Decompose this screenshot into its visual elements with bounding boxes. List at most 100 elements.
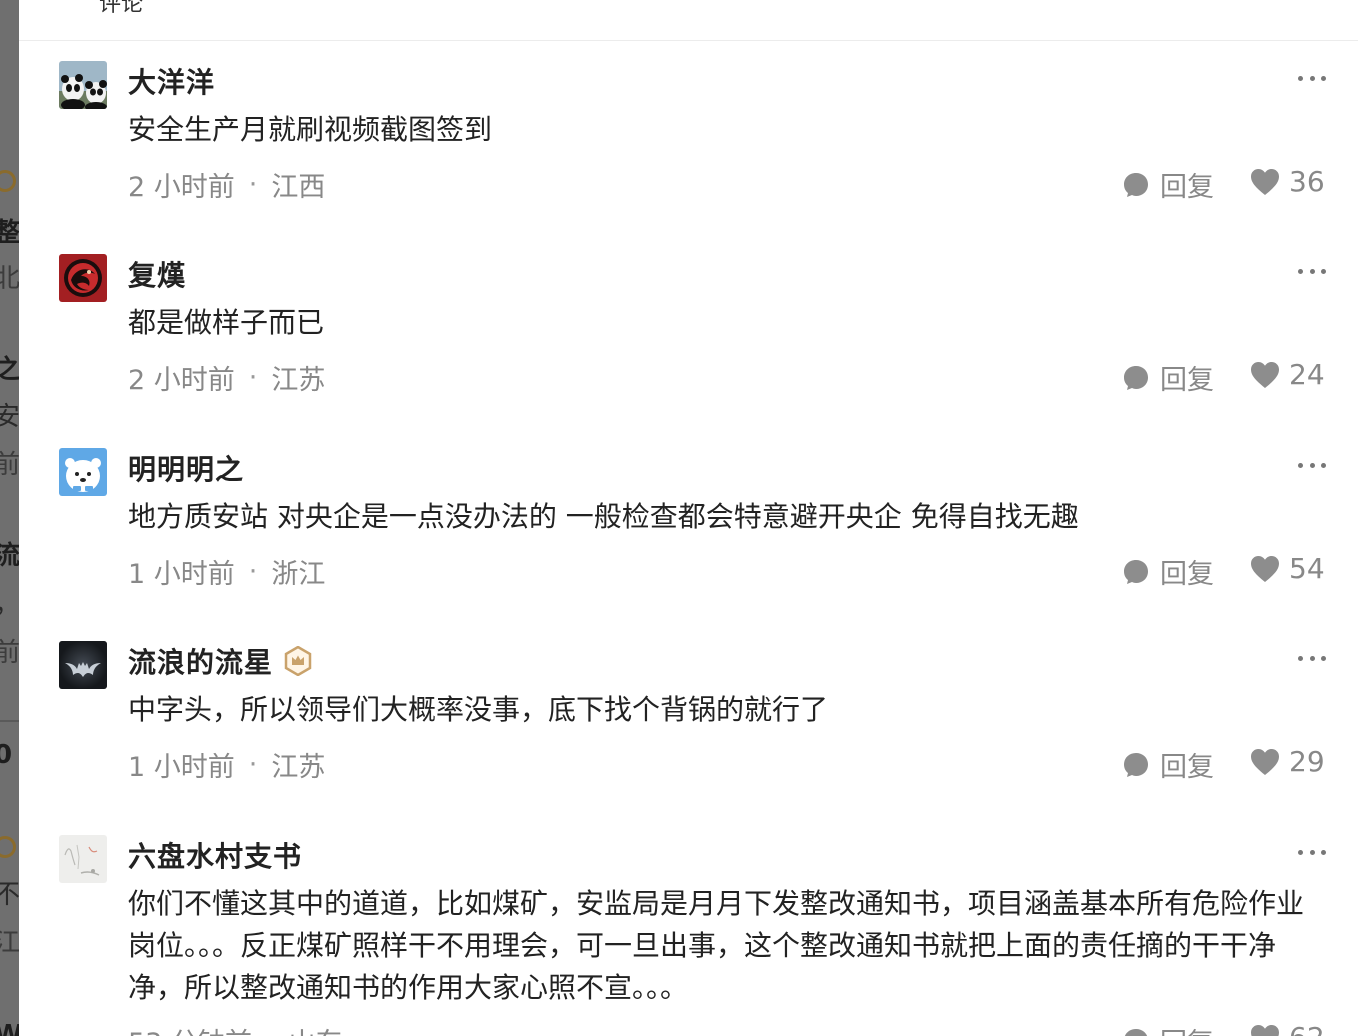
- bat-logo-avatar-icon: [59, 641, 107, 689]
- username[interactable]: 六盘水村支书: [128, 835, 302, 875]
- bg-text-fragment: 之: [0, 355, 19, 385]
- like-button[interactable]: 62: [1249, 1021, 1325, 1036]
- cartoon-bear-avatar-icon: [59, 448, 107, 496]
- location: 浙江: [271, 559, 326, 590]
- heart-icon: [1251, 361, 1279, 388]
- reply-label: 回复: [1160, 752, 1214, 783]
- heart-icon: [1251, 168, 1279, 195]
- comment-meta: 53 分钟前 · 山东: [128, 1021, 343, 1036]
- panel-header: 评论: [19, 0, 1358, 41]
- comment-meta: 1 小时前 · 江苏: [128, 745, 325, 784]
- more-options-icon[interactable]: [1298, 845, 1326, 859]
- timestamp: 1 小时前: [128, 752, 235, 783]
- bg-text-fragment: 0: [0, 740, 13, 770]
- speech-bubble-icon: [1124, 1028, 1148, 1036]
- heart-icon: [1251, 1024, 1279, 1036]
- avatar[interactable]: [59, 835, 107, 883]
- avatar[interactable]: [59, 448, 107, 496]
- username[interactable]: 大洋洋: [128, 61, 215, 101]
- crown-badge-icon: [284, 646, 312, 676]
- like-count: 36: [1289, 165, 1325, 198]
- separator-dot: ·: [266, 1025, 275, 1036]
- heart-icon: [1251, 748, 1279, 775]
- red-emblem-avatar-icon: [59, 254, 107, 302]
- comment-text: 安全生产月就刷视频截图签到: [128, 113, 493, 146]
- username-row: 六盘水村支书: [128, 837, 302, 873]
- avatar[interactable]: [59, 254, 107, 302]
- bg-text-fragment: 安: [0, 402, 19, 432]
- speech-bubble-icon: [1124, 365, 1148, 390]
- bg-text-fragment: W: [0, 1020, 19, 1036]
- speech-bubble-icon: [1124, 559, 1148, 584]
- separator-dot: ·: [248, 749, 258, 780]
- like-button[interactable]: 24: [1249, 358, 1325, 391]
- like-button[interactable]: 36: [1249, 165, 1325, 198]
- location: 江苏: [271, 752, 326, 783]
- more-options-icon[interactable]: [1298, 71, 1326, 85]
- like-count: 54: [1289, 552, 1325, 585]
- reply-button[interactable]: 回复: [1122, 1021, 1214, 1036]
- reply-label: 回复: [1160, 559, 1214, 590]
- more-options-icon[interactable]: [1298, 651, 1326, 665]
- panel-title: 评论: [99, 0, 144, 17]
- timestamp: 2 小时前: [128, 172, 235, 203]
- reply-button[interactable]: 回复: [1122, 552, 1214, 591]
- bg-text-fragment: ，: [0, 592, 19, 618]
- like-count: 29: [1289, 745, 1325, 778]
- sketch-avatar-icon: [59, 835, 107, 883]
- location: 江苏: [271, 365, 326, 396]
- reply-label: 回复: [1160, 365, 1214, 396]
- separator-dot: ·: [248, 556, 258, 587]
- location: 山东: [289, 1021, 343, 1036]
- username[interactable]: 复熯: [128, 254, 186, 294]
- heart-icon: [1251, 555, 1279, 582]
- bg-text-fragment: 江: [0, 928, 19, 958]
- badge-ring-fragment: [0, 170, 16, 192]
- more-options-icon[interactable]: [1298, 458, 1326, 472]
- background-page-strip: 整 北 之 安 前 流 ， 前 0 不 江 W: [0, 0, 19, 1036]
- like-button[interactable]: 54: [1249, 552, 1325, 585]
- comment-text: 你们不懂这其中的道道，比如煤矿，安监局是月月下发整改通知书，项目涵盖基本所有危险…: [128, 887, 1305, 1004]
- separator-dot: ·: [248, 362, 258, 393]
- timestamp: 1 小时前: [128, 559, 235, 590]
- bg-text-fragment: 流: [0, 541, 19, 571]
- comment-text: 中字头，所以领导们大概率没事，底下找个背锅的就行了: [128, 693, 829, 726]
- bg-text-fragment: 前: [0, 638, 19, 668]
- comment-text: 都是做样子而已: [128, 306, 325, 339]
- comment-meta: 2 小时前 · 江西: [128, 165, 325, 204]
- like-count: 62: [1289, 1021, 1325, 1036]
- bg-text-fragment: 前: [0, 450, 19, 480]
- reply-button[interactable]: 回复: [1122, 745, 1214, 784]
- like-count: 24: [1289, 358, 1325, 391]
- speech-bubble-icon: [1124, 172, 1148, 197]
- separator-dot: ·: [248, 169, 258, 200]
- username[interactable]: 流浪的流星: [128, 641, 273, 681]
- more-options-icon[interactable]: [1298, 264, 1326, 278]
- reply-button[interactable]: 回复: [1122, 165, 1214, 204]
- page: 整 北 之 安 前 流 ， 前 0 不 江 W 评论: [0, 0, 1358, 1036]
- like-button[interactable]: 29: [1249, 745, 1325, 778]
- comment-meta: 2 小时前 · 江苏: [128, 358, 325, 397]
- reply-label: 回复: [1160, 1021, 1214, 1036]
- avatar[interactable]: [59, 641, 107, 689]
- location: 江西: [271, 172, 326, 203]
- timestamp: 2 小时前: [128, 365, 235, 396]
- badge-ring-fragment: [0, 836, 16, 858]
- bg-divider: [0, 720, 19, 722]
- username-row: 大洋洋: [128, 63, 215, 99]
- username[interactable]: 明明明之: [128, 448, 244, 488]
- timestamp: 53 分钟前: [128, 1021, 252, 1036]
- username-row: 流浪的流星: [128, 643, 313, 679]
- username-row: 明明明之: [128, 450, 244, 486]
- avatar[interactable]: [59, 61, 107, 109]
- reply-label: 回复: [1160, 172, 1214, 203]
- reply-button[interactable]: 回复: [1122, 358, 1214, 397]
- comments-panel: 评论 大洋洋 安全生产月就刷视频截图签到 2 小时前 · 江西 回复 36 复熯…: [19, 0, 1358, 1036]
- username-row: 复熯: [128, 256, 186, 292]
- speech-bubble-icon: [1124, 752, 1148, 777]
- comment-meta: 1 小时前 · 浙江: [128, 552, 325, 591]
- bg-text-fragment: 不: [0, 880, 19, 910]
- bg-text-fragment: 北: [0, 264, 19, 294]
- comment-text: 地方质安站 对央企是一点没办法的 一般检查都会特意避开央企 免得自找无趣: [128, 500, 1079, 533]
- panda-avatar-icon: [59, 61, 107, 109]
